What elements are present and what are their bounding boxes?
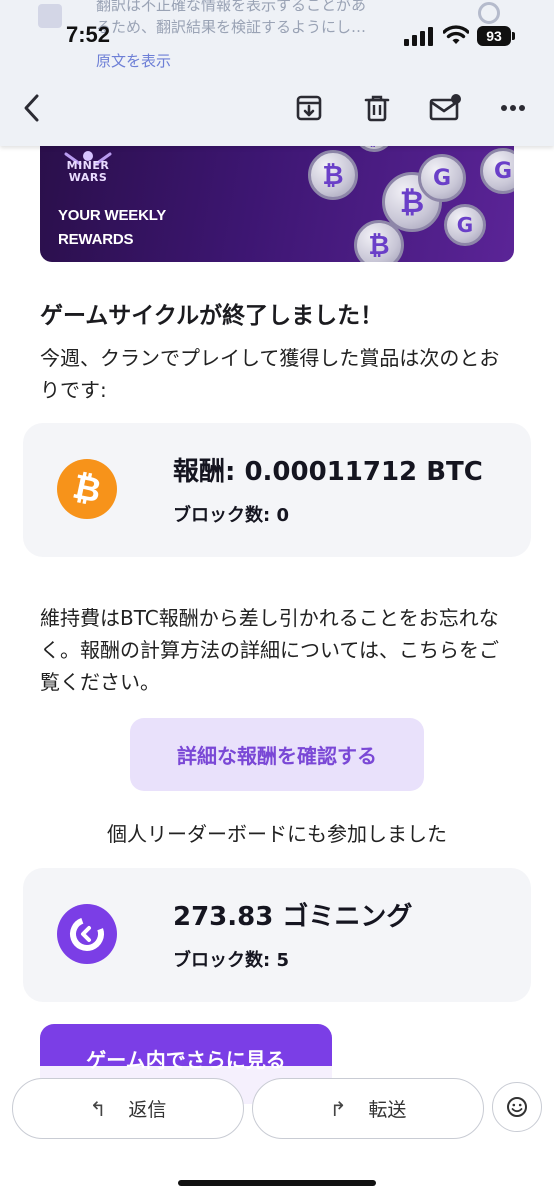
more-icon: [501, 105, 525, 111]
coin-icon: ₿: [308, 150, 358, 200]
signal-icon: [404, 26, 434, 46]
gomining-block-count: ブロック数: 5: [173, 950, 289, 971]
forward-label: 転送: [368, 1099, 407, 1121]
coin-icon: G: [418, 154, 466, 202]
gomining-icon: [57, 904, 117, 964]
more-options-button[interactable]: [493, 88, 533, 128]
btc-reward-value: 報酬: 0.00011712 BTC: [173, 457, 483, 487]
weekly-rewards-banner: MINER WARS YOUR WEEKLY REWARDS ₿ ₿ G G G…: [40, 126, 514, 262]
intro-text: 今週、クランでプレイして獲得した賞品は次のとおりです:: [40, 346, 500, 402]
forward-icon: ↱: [329, 1096, 347, 1121]
banner-title-line2: REWARDS: [58, 231, 134, 248]
mail-unread-icon: [429, 94, 461, 121]
gomining-value: 273.83 ゴミニング: [173, 902, 413, 932]
translation-line1: 翻訳は不正確な情報を表示することがあ: [96, 0, 367, 14]
show-original-link[interactable]: 原文を表示: [96, 50, 171, 70]
maintenance-note: 維持費はBTC報酬から差し引かれることをお忘れなく。報酬の計算方法の詳細について…: [40, 606, 499, 694]
emoji-reaction-button[interactable]: [492, 1082, 542, 1132]
battery-icon: [512, 32, 515, 40]
bitcoin-icon: ₿: [57, 459, 117, 519]
mark-unread-button[interactable]: [425, 88, 465, 128]
coin-icon: G: [444, 204, 486, 246]
gear-icon[interactable]: [478, 2, 500, 24]
view-reward-details-button[interactable]: 詳細な報酬を確認する: [130, 718, 424, 791]
banner-logo-text: MINER WARS: [66, 159, 110, 184]
coin-icon: ₿: [354, 220, 404, 262]
email-heading: ゲームサイクルが終了しました！: [40, 303, 384, 329]
reply-label: 返信: [128, 1099, 167, 1121]
gomining-card: 273.83 ゴミニング ブロック数: 5: [23, 868, 531, 1002]
home-indicator: [178, 1180, 376, 1186]
gomining-logo-icon: [70, 917, 104, 951]
leaderboard-text: 個人リーダーボードにも参加しました: [107, 822, 447, 846]
archive-button[interactable]: [289, 88, 329, 128]
banner-title-line1: YOUR WEEKLY: [58, 207, 167, 224]
forward-button[interactable]: ↱ 転送: [252, 1078, 484, 1139]
back-icon: [24, 94, 39, 122]
coin-icon: G: [480, 148, 514, 194]
archive-icon: [296, 95, 322, 121]
btc-reward-card: ₿ 報酬: 0.00011712 BTC ブロック数: 0: [23, 423, 531, 557]
status-time: 7:52: [66, 22, 111, 47]
translate-icon: [38, 4, 62, 28]
battery-level: 93: [477, 26, 511, 46]
translation-line2: るため、翻訳結果を検証するようにし…: [96, 18, 367, 36]
delete-button[interactable]: [357, 88, 397, 128]
reply-button[interactable]: ↰ 返信: [12, 1078, 244, 1139]
reply-icon: ↰: [89, 1096, 107, 1121]
back-button[interactable]: [12, 88, 52, 128]
wifi-icon: [443, 25, 469, 44]
header: 翻訳は不正確な情報を表示することがあ るため、翻訳結果を検証するようにし… 原文…: [0, 0, 554, 146]
trash-icon: [364, 95, 390, 122]
btc-block-count: ブロック数: 0: [173, 505, 289, 526]
banner-title: YOUR WEEKLY REWARDS: [58, 204, 166, 252]
smiley-icon: [507, 1097, 527, 1117]
